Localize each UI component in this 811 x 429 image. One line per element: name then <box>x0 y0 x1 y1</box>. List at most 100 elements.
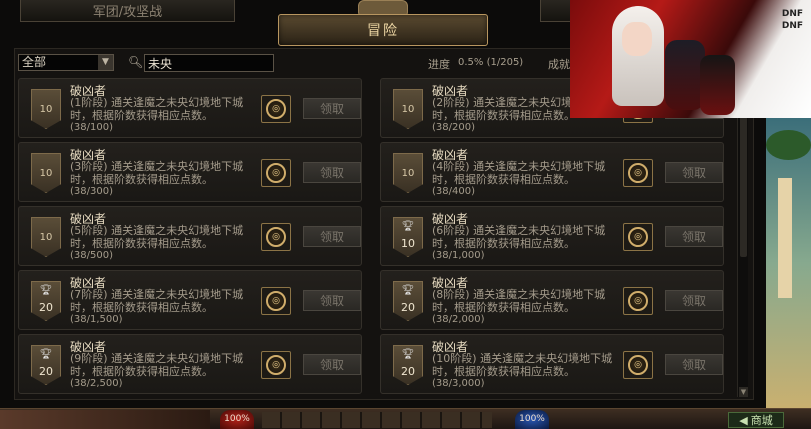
pillar-scenery <box>778 178 792 298</box>
character-face <box>622 22 652 56</box>
reward-emblem-icon: ◎︎ <box>266 291 286 311</box>
claim-button[interactable]: 领取 <box>303 354 361 375</box>
card-progress: (38/100) <box>70 122 113 133</box>
reward-emblem-icon: ◎︎ <box>266 355 286 375</box>
reward-emblem-icon: ◎︎ <box>628 227 648 247</box>
level-badge-icon: 10 <box>31 153 61 193</box>
card-progress: (38/2,000) <box>432 314 485 325</box>
achievement-card: 🏆︎ 10 破凶者 (6阶段) 通关逢魔之未央幻境地下城时，根据阶数获得相应点数。 (3… <box>380 206 724 266</box>
claim-button[interactable]: 领取 <box>303 226 361 247</box>
chevron-down-icon[interactable]: ▼ <box>98 55 113 70</box>
claim-button[interactable]: 领取 <box>665 354 723 375</box>
card-description: (9阶段) 通关逢魔之未央幻境地下城时，根据阶数获得相应点数。 <box>70 352 244 378</box>
achievement-label: 成就 <box>548 58 570 71</box>
achievement-card: 10 破凶者 (5阶段) 通关逢魔之未央幻境地下城时，根据阶数获得相应点数。 (38/… <box>18 206 362 266</box>
skill-bar[interactable] <box>262 412 492 428</box>
tree-scenery <box>766 130 811 160</box>
trophy-icon: 🏆︎ <box>39 349 53 360</box>
reward-item-icon[interactable]: ◎︎ <box>261 223 291 251</box>
card-description: (3阶段) 通关逢魔之未央幻境地下城时，根据阶数获得相应点数。 <box>70 160 244 186</box>
badge-points: 10 <box>401 237 415 250</box>
shop-label: 商城 <box>750 414 773 427</box>
adventure-tab-wrap: 冒险 <box>278 0 488 48</box>
card-description: (7阶段) 通关逢魔之未央幻境地下城时，根据阶数获得相应点数。 <box>70 288 244 314</box>
trophy-badge-icon: 🏆︎ 20 <box>31 281 61 321</box>
reward-emblem-icon: ◎︎ <box>628 163 648 183</box>
reward-item-icon[interactable]: ◎︎ <box>623 351 653 379</box>
reward-item-icon[interactable]: ◎︎ <box>623 223 653 251</box>
progress-label: 进度 <box>428 58 450 71</box>
reward-item-icon[interactable]: ◎︎ <box>261 351 291 379</box>
trophy-icon: 🏆︎ <box>39 285 53 296</box>
character-art-2 <box>665 40 705 110</box>
tab-adventure[interactable]: 冒险 <box>278 14 488 46</box>
badge-points: 20 <box>401 365 415 378</box>
achievement-card: 🏆︎ 20 破凶者 (8阶段) 通关逢魔之未央幻境地下城时，根据阶数获得相应点数。 (3… <box>380 270 724 330</box>
reward-emblem-icon: ◎︎ <box>266 163 286 183</box>
badge-points: 10 <box>401 104 415 115</box>
card-description: (5阶段) 通关逢魔之未央幻境地下城时，根据阶数获得相应点数。 <box>70 224 244 250</box>
card-progress: (38/300) <box>70 186 113 197</box>
shop-icon: ◀︎ <box>739 413 748 427</box>
card-progress: (38/500) <box>70 250 113 261</box>
trophy-icon: 🏆︎ <box>401 349 415 360</box>
trophy-badge-icon: 🏆︎ 20 <box>393 281 423 321</box>
character-art <box>612 6 664 106</box>
card-description: (1阶段) 通关逢魔之未央幻境地下城时，根据阶数获得相应点数。 <box>70 96 244 122</box>
claim-button[interactable]: 领取 <box>303 98 361 119</box>
reward-item-icon[interactable]: ◎︎ <box>261 287 291 315</box>
claim-button[interactable]: 领取 <box>665 226 723 247</box>
world-scene-strip <box>766 118 811 408</box>
character-art-3 <box>700 55 735 115</box>
tab-legion-raid[interactable]: 军团/攻坚战 <box>20 0 235 22</box>
badge-points: 20 <box>39 365 53 378</box>
promo-banner[interactable]: DNF DNF <box>570 0 811 118</box>
card-progress: (38/3,000) <box>432 378 485 389</box>
claim-button[interactable]: 领取 <box>665 290 723 311</box>
progress-value: 0.5% (1/205) <box>458 57 524 68</box>
badge-points: 20 <box>39 301 53 314</box>
badge-points: 10 <box>39 232 53 243</box>
card-description: (8阶段) 通关逢魔之未央幻境地下城时，根据阶数获得相应点数。 <box>432 288 606 314</box>
trophy-icon: 🏆︎ <box>401 221 415 232</box>
claim-button[interactable]: 领取 <box>665 162 723 183</box>
card-description: (6阶段) 通关逢魔之未央幻境地下城时，根据阶数获得相应点数。 <box>432 224 606 250</box>
card-progress: (38/200) <box>432 122 475 133</box>
trophy-badge-icon: 🏆︎ 20 <box>393 345 423 385</box>
category-select-value: 全部 <box>22 55 47 69</box>
search-icon: 🔍︎ <box>128 55 144 69</box>
reward-item-icon[interactable]: ◎︎ <box>261 159 291 187</box>
level-badge-icon: 10 <box>31 89 61 129</box>
claim-button[interactable]: 领取 <box>303 162 361 183</box>
scroll-down-arrow-icon[interactable]: ▼ <box>739 387 748 397</box>
trophy-badge-icon: 🏆︎ 20 <box>31 345 61 385</box>
mp-orb: 100% <box>515 410 549 429</box>
level-badge-icon: 10 <box>393 153 423 193</box>
search-input[interactable] <box>144 54 274 72</box>
shop-button[interactable]: ◀︎ 商城 <box>728 412 784 428</box>
achievement-card: 🏆︎ 20 破凶者 (9阶段) 通关逢魔之未央幻境地下城时，根据阶数获得相应点数。 (3… <box>18 334 362 394</box>
card-progress: (38/1,500) <box>70 314 123 325</box>
reward-emblem-icon: ◎︎ <box>628 291 648 311</box>
achievement-card: 10 破凶者 (4阶段) 通关逢魔之未央幻境地下城时，根据阶数获得相应点数。 (38/… <box>380 142 724 202</box>
reward-emblem-icon: ◎︎ <box>266 227 286 247</box>
level-badge-icon: 10 <box>31 217 61 257</box>
hud-left-decoration <box>0 410 210 429</box>
claim-button[interactable]: 领取 <box>303 290 361 311</box>
badge-points: 10 <box>39 168 53 179</box>
reward-item-icon[interactable]: ◎︎ <box>261 95 291 123</box>
reward-item-icon[interactable]: ◎︎ <box>623 287 653 315</box>
hp-orb: 100% <box>220 410 254 429</box>
reward-emblem-icon: ◎︎ <box>628 355 648 375</box>
badge-points: 10 <box>401 168 415 179</box>
achievement-card: 🏆︎ 20 破凶者 (7阶段) 通关逢魔之未央幻境地下城时，根据阶数获得相应点数。 (3… <box>18 270 362 330</box>
card-description: (4阶段) 通关逢魔之未央幻境地下城时，根据阶数获得相应点数。 <box>432 160 606 186</box>
category-select[interactable]: 全部 ▼ <box>18 54 114 71</box>
reward-item-icon[interactable]: ◎︎ <box>623 159 653 187</box>
card-progress: (38/400) <box>432 186 475 197</box>
achievement-card: 10 破凶者 (3阶段) 通关逢魔之未央幻境地下城时，根据阶数获得相应点数。 (38/… <box>18 142 362 202</box>
achievement-card: 🏆︎ 20 破凶者 (10阶段) 通关逢魔之未央幻境地下城时，根据阶数获得相应点数。(… <box>380 334 724 394</box>
trophy-badge-icon: 🏆︎ 10 <box>393 217 423 257</box>
card-progress: (38/2,500) <box>70 378 123 389</box>
reward-emblem-icon: ◎︎ <box>266 99 286 119</box>
